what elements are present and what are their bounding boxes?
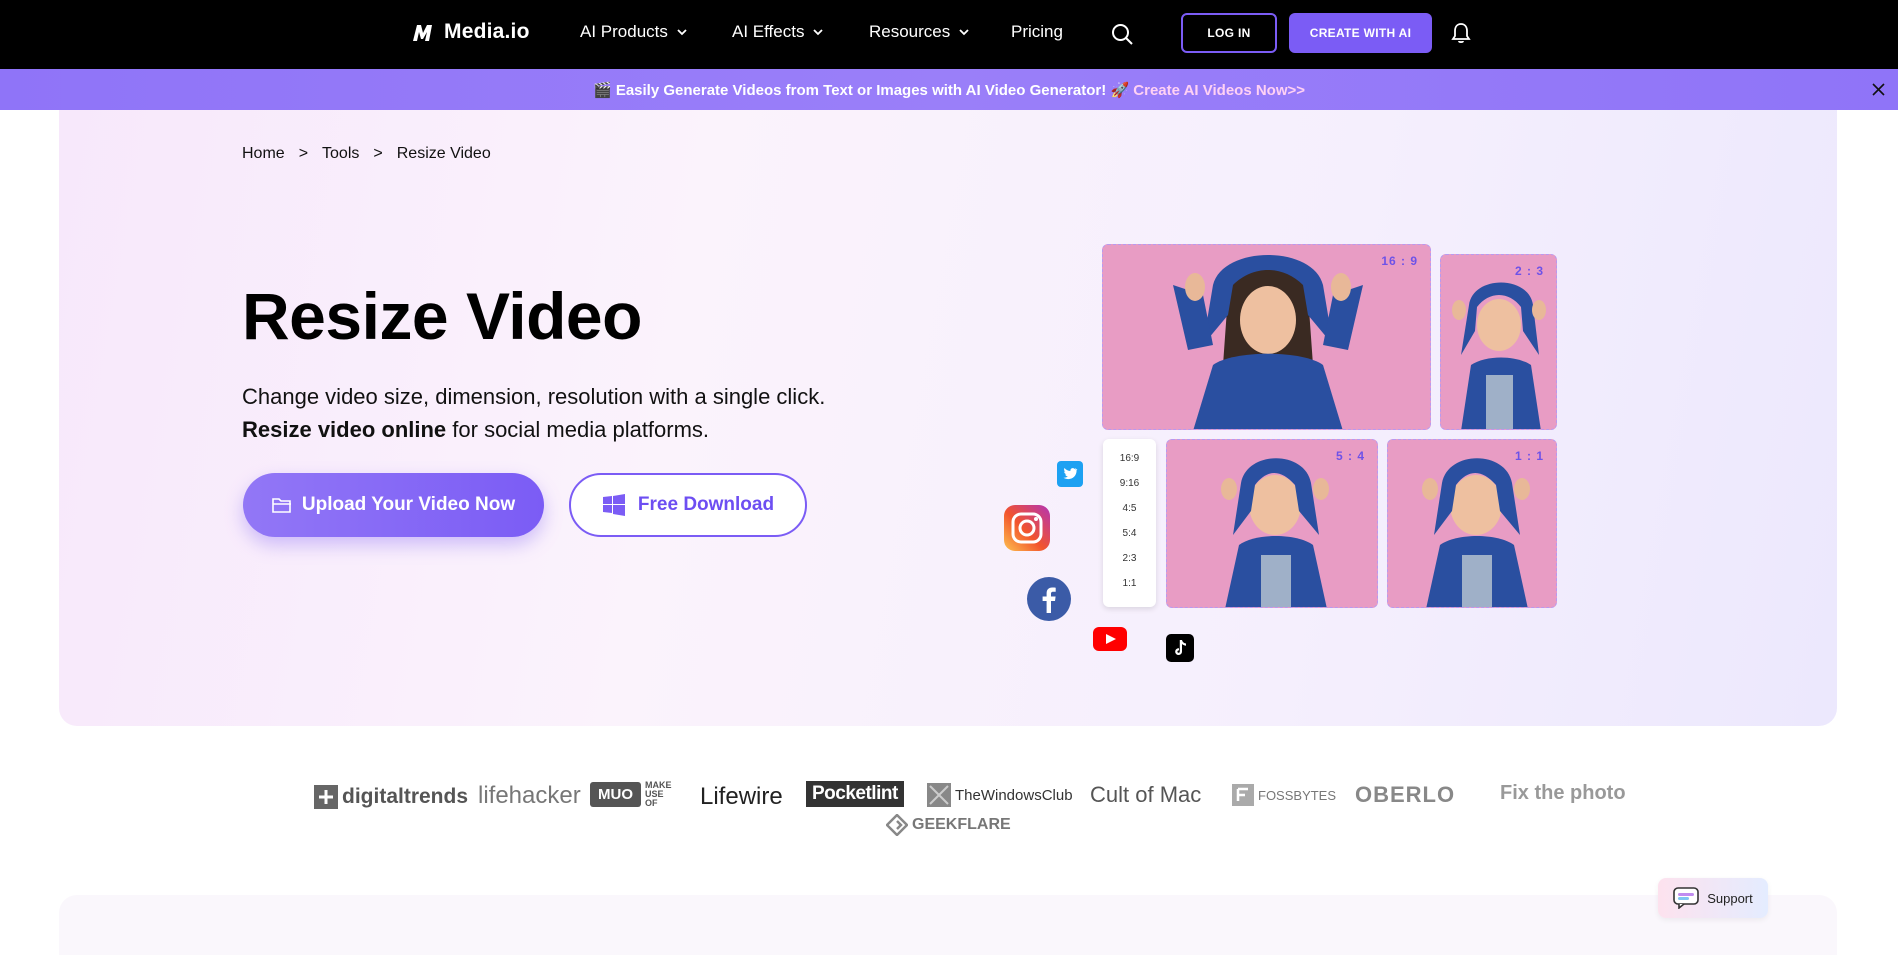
support-button[interactable]: Support: [1658, 878, 1768, 918]
bell-icon[interactable]: [1451, 22, 1471, 44]
press-logo-text: FOSSBYTES: [1258, 787, 1337, 803]
breadcrumb-current: Resize Video: [396, 145, 491, 162]
nav-item-label: AI Effects: [732, 22, 805, 41]
breadcrumb-separator: >: [373, 145, 383, 162]
ratio-option[interactable]: 16:9: [1103, 446, 1156, 471]
chevron-down-icon: [813, 29, 824, 36]
press-logo-text: GEEKFLARE: [912, 816, 1011, 833]
windows-icon: [602, 494, 625, 516]
upload-label: Upload Your Video Now: [301, 494, 516, 515]
instagram-icon: [1004, 505, 1050, 551]
muo-tagline: MAKE USE OF: [645, 780, 672, 808]
nav-ai-products[interactable]: AI Products: [580, 22, 688, 42]
next-section-card: [59, 895, 1837, 955]
search-icon[interactable]: [1110, 22, 1134, 46]
press-logo-text: lifehacker: [478, 782, 581, 809]
rocket-emoji: 🚀: [1110, 82, 1130, 99]
press-logo: Fix the photo: [1500, 782, 1626, 805]
facebook-icon: [1027, 577, 1071, 621]
clapper-emoji: 🎬: [592, 82, 612, 99]
promo-text: 🎬 Easily Generate Videos from Text or Im…: [0, 81, 1898, 99]
ratio-option[interactable]: 4:5: [1103, 496, 1156, 521]
press-logo: GEEKFLARE: [886, 814, 1011, 836]
chevron-down-icon: [677, 29, 687, 36]
page-title: Resize Video: [242, 279, 642, 353]
nav-item-label: Pricing: [1011, 22, 1063, 41]
geekflare-logo-icon: [886, 814, 908, 836]
press-logo-text: Fix the photo: [1500, 782, 1626, 804]
ratio-selector: 16:9 9:16 4:5 5:4 2:3 1:1: [1103, 439, 1156, 607]
digitaltrends-logo-icon: [314, 785, 338, 809]
hero-description: Change video size, dimension, resolution…: [242, 380, 825, 446]
breadcrumb-home[interactable]: Home: [242, 145, 285, 163]
chevron-down-icon: [959, 29, 969, 36]
nav-item-label: AI Products: [580, 22, 668, 41]
youtube-icon: [1093, 627, 1127, 651]
press-logo-text: digitaltrends: [342, 785, 469, 808]
nav-ai-effects[interactable]: AI Effects: [732, 22, 824, 42]
support-label: Support: [1707, 890, 1753, 906]
nav-item-label: Resources: [869, 22, 951, 41]
person-illustration: [1422, 458, 1530, 607]
hero-desc-line1: Change video size, dimension, resolution…: [242, 384, 826, 409]
close-icon[interactable]: [1871, 82, 1886, 97]
breadcrumb: Home > Tools > Resize Video: [242, 145, 491, 163]
login-button[interactable]: LOG IN: [1181, 13, 1277, 53]
fossbytes-logo-icon: [1232, 784, 1254, 806]
promo-message: Easily Generate Videos from Text or Imag…: [615, 82, 1107, 99]
press-logo: Cult of Mac: [1090, 782, 1201, 808]
ratio-option[interactable]: 5:4: [1103, 521, 1156, 546]
hero-desc-bold: Resize video online: [242, 417, 447, 442]
press-logo: Pocketlint: [806, 781, 904, 807]
press-logo-text: OBERLO: [1355, 782, 1456, 807]
ratio-label: 2 : 3: [1514, 264, 1544, 278]
press-logo: digitaltrends: [314, 785, 468, 809]
preview-tile-5-4: 5 : 4: [1166, 439, 1378, 608]
ratio-label: 1 : 1: [1514, 449, 1544, 463]
press-logo: OBERLO: [1355, 782, 1455, 808]
hero-desc-rest: for social media platforms.: [446, 417, 710, 442]
upload-video-button[interactable]: Upload Your Video Now: [243, 473, 544, 537]
breadcrumb-tools[interactable]: Tools: [322, 145, 359, 163]
person-illustration: [1221, 458, 1329, 607]
windowsclub-logo-icon: [927, 783, 951, 807]
person-illustration: [1173, 255, 1363, 429]
ratio-option[interactable]: 2:3: [1103, 546, 1156, 571]
ratio-label: 5 : 4: [1335, 449, 1365, 463]
promo-banner: 🎬 Easily Generate Videos from Text or Im…: [0, 69, 1898, 110]
brand-name: Media.io: [444, 20, 530, 43]
twitter-icon: [1057, 461, 1083, 487]
press-logo-text: Pocketlint: [806, 781, 904, 807]
press-logo: MUO MAKE USE OF: [590, 781, 672, 808]
press-logo-text: TheWindowsClub: [955, 786, 1073, 804]
press-logo-text: MUO: [590, 782, 641, 807]
media-io-logo-icon: [413, 25, 432, 41]
hero-desc-line2: Resize video online for social media pla…: [242, 413, 825, 446]
nav-resources[interactable]: Resources: [869, 22, 970, 42]
folder-icon: [272, 498, 291, 513]
free-download-button[interactable]: Free Download: [569, 473, 807, 537]
press-logo: Lifewire: [700, 783, 783, 811]
press-logo: lifehacker: [478, 782, 581, 810]
create-with-ai-button[interactable]: CREATE WITH AI: [1289, 13, 1432, 53]
press-logo-text: Cult of Mac: [1090, 782, 1202, 807]
ratio-label: 16 : 9: [1381, 254, 1418, 268]
download-label: Free Download: [637, 494, 775, 515]
tiktok-icon: [1166, 634, 1194, 662]
press-logo: FOSSBYTES: [1232, 784, 1336, 806]
chat-bubble-icon: [1673, 887, 1700, 909]
top-navbar: Media.io AI Products AI Effects Resource…: [0, 0, 1898, 69]
promo-link[interactable]: Create AI Videos Now>>: [1133, 82, 1305, 99]
ratio-option[interactable]: 1:1: [1103, 571, 1156, 596]
press-logo: TheWindowsClub: [927, 783, 1073, 807]
breadcrumb-separator: >: [298, 145, 309, 162]
press-logo-text: Lifewire: [700, 783, 783, 810]
preview-tile-16-9: 16 : 9: [1102, 244, 1431, 430]
preview-tile-1-1: 1 : 1: [1387, 439, 1557, 608]
preview-tile-2-3: 2 : 3: [1440, 254, 1557, 430]
nav-pricing[interactable]: Pricing: [1011, 22, 1063, 42]
brand-logo[interactable]: Media.io: [410, 19, 530, 45]
ratio-option[interactable]: 9:16: [1103, 471, 1156, 496]
person-illustration: [1452, 282, 1546, 429]
